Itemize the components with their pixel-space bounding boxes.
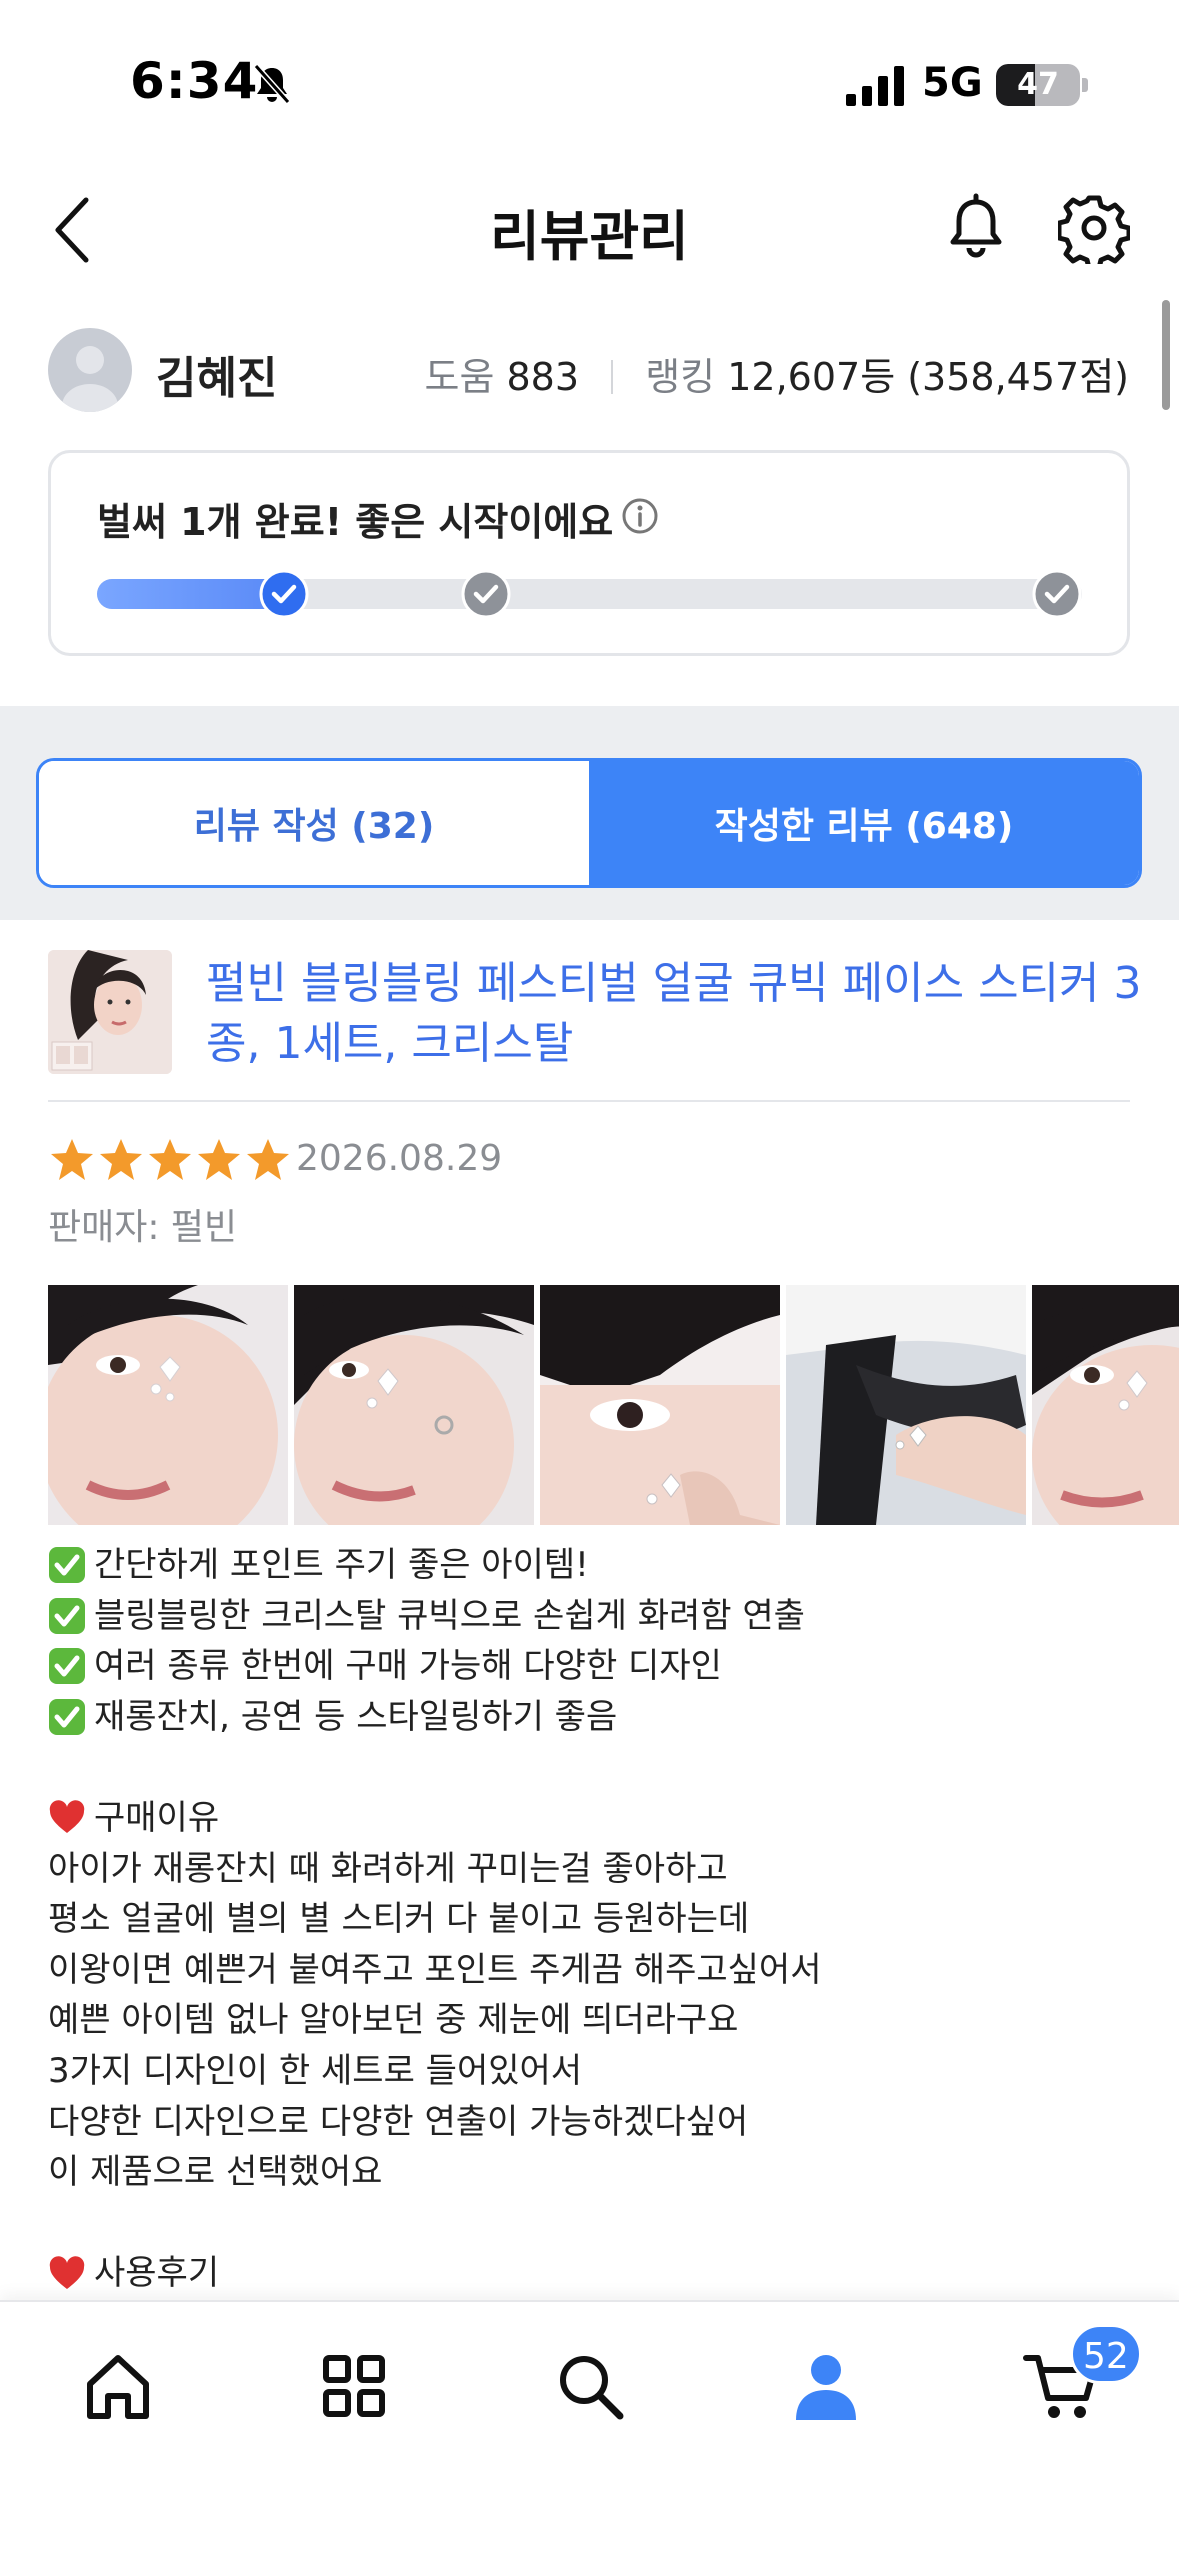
review-line: 구매이유	[48, 1793, 1138, 1844]
review-line: 평소 얼굴에 별의 별 스티커 다 붙이고 등원하는데	[48, 1894, 1138, 1945]
review-photo[interactable]	[786, 1285, 1026, 1525]
star-icon	[97, 1136, 145, 1184]
review-line-text: 예쁜 아이템 없나 알아보던 중 제눈에 띄더라구요	[48, 2000, 739, 2041]
grid-icon[interactable]	[314, 2346, 394, 2426]
profile-summary: 김혜진 도움 883 랭킹 12,607등 (358,457점)	[0, 318, 1179, 428]
cart-badge[interactable]: 52	[1070, 2324, 1142, 2384]
review-line: 아이가 재롱잔치 때 화려하게 꾸미는걸 좋아하고	[48, 1844, 1138, 1895]
star-icon	[146, 1136, 194, 1184]
review-line	[48, 2198, 1138, 2249]
stats-divider	[611, 360, 614, 394]
tab-write-review[interactable]: 리뷰 작성 (32)	[39, 761, 589, 885]
bell-icon[interactable]	[940, 192, 1012, 264]
review-photo[interactable]	[294, 1285, 534, 1525]
scrollbar[interactable]	[1162, 300, 1170, 410]
check-mark-icon	[49, 1648, 85, 1685]
ranking-value: 12,607등 (358,457점)	[727, 355, 1129, 399]
battery-icon: 47	[996, 64, 1080, 106]
review-line	[48, 1742, 1138, 1793]
battery-percent: 47	[1017, 67, 1059, 102]
progress-step-3	[1032, 569, 1082, 619]
tab-written-reviews[interactable]: 작성한 리뷰 (648)	[589, 761, 1139, 885]
seller-name: 판매자: 펄빈	[48, 1207, 238, 1248]
review-line-text: 이왕이면 예쁜거 붙여주고 포인트 주게끔 해주고싶어서	[48, 1949, 822, 1990]
search-icon[interactable]	[550, 2346, 630, 2426]
product-title[interactable]: 펄빈 블링블링 페스티벌 얼굴 큐빅 페이스 스티커 3종, 1세트, 크리스탈	[206, 954, 1146, 1074]
product-thumbnail[interactable]	[48, 950, 172, 1074]
check-mark-icon	[49, 1699, 85, 1736]
review-photo[interactable]	[1032, 1285, 1179, 1525]
review-line: 간단하게 포인트 주기 좋은 아이템!	[48, 1540, 1138, 1591]
progress-track	[97, 569, 1082, 619]
review-line-text: 여러 종류 한번에 구매 가능해 다양한 디자인	[94, 1646, 722, 1687]
review-line: 블링블링한 크리스탈 큐빅으로 손쉽게 화려함 연출	[48, 1591, 1138, 1642]
review-line: 다양한 디자인으로 다양한 연출이 가능하겠다싶어	[48, 2097, 1138, 2148]
star-icon	[195, 1136, 243, 1184]
progress-step-1	[259, 569, 309, 619]
bell-slash-icon	[253, 64, 291, 104]
review-line: 예쁜 아이템 없나 알아보던 중 제눈에 띄더라구요	[48, 1995, 1138, 2046]
user-name: 김혜진	[156, 353, 278, 404]
review-date: 2026.08.29	[296, 1138, 503, 1179]
review-line-text: 다양한 디자인으로 다양한 연출이 가능하겠다싶어	[48, 2101, 749, 2142]
battery-cap	[1082, 78, 1088, 92]
help-count: 883	[506, 355, 580, 399]
review-tabs: 리뷰 작성 (32) 작성한 리뷰 (648)	[36, 758, 1142, 888]
review-line-text: 아이가 재롱잔치 때 화려하게 꾸미는걸 좋아하고	[48, 1848, 728, 1889]
review-line-text: 재롱잔치, 공연 등 스타일링하기 좋음	[94, 1696, 618, 1737]
review-line-text: 3가지 디자인이 한 세트로 들어있어서	[48, 2050, 583, 2091]
review-line: 여러 종류 한번에 구매 가능해 다양한 디자인	[48, 1641, 1138, 1692]
review-line-text: 평소 얼굴에 별의 별 스티커 다 붙이고 등원하는데	[48, 1899, 750, 1940]
review-line: 이왕이면 예쁜거 붙여주고 포인트 주게끔 해주고싶어서	[48, 1945, 1138, 1996]
review-line: 3가지 디자인이 한 세트로 들어있어서	[48, 2046, 1138, 2097]
divider	[48, 1100, 1130, 1102]
review-line-text: 구매이유	[94, 1797, 220, 1838]
check-mark-icon	[49, 1597, 85, 1634]
heart-icon	[49, 1800, 85, 1834]
review-line-text: 블링블링한 크리스탈 큐빅으로 손쉽게 화려함 연출	[94, 1595, 805, 1636]
app-header: 리뷰관리	[0, 170, 1179, 290]
status-bar: 6:34 5G 47	[0, 0, 1179, 170]
review-line: 사용후기	[48, 2248, 1138, 2299]
star-icon	[48, 1136, 96, 1184]
heart-icon	[49, 2255, 85, 2289]
review-text: 간단하게 포인트 주기 좋은 아이템! 블링블링한 크리스탈 큐빅으로 손쉽게 화…	[48, 1540, 1138, 2299]
review-line-text: 이 제품으로 선택했어요	[48, 2152, 383, 2193]
review-photo[interactable]	[48, 1285, 288, 1525]
star-icon	[244, 1136, 292, 1184]
review-line: 이 제품으로 선택했어요	[48, 2147, 1138, 2198]
review-photo-strip[interactable]	[48, 1285, 1179, 1525]
avatar[interactable]	[48, 328, 132, 412]
help-label: 도움	[424, 355, 495, 399]
progress-fill	[97, 579, 285, 609]
bottom-nav: 52	[0, 2300, 1179, 2556]
home-icon[interactable]	[78, 2346, 158, 2426]
progress-message: 벌써 1개 완료! 좋은 시작이에요	[97, 500, 614, 544]
user-stats: 도움 883 랭킹 12,607등 (358,457점)	[424, 346, 1129, 401]
network-type: 5G	[922, 60, 983, 106]
status-time: 6:34	[130, 52, 259, 110]
review-line-text: 간단하게 포인트 주기 좋은 아이템!	[94, 1545, 589, 1585]
gear-icon[interactable]	[1058, 192, 1130, 264]
review-photo[interactable]	[540, 1285, 780, 1525]
person-icon[interactable]	[786, 2346, 866, 2426]
ranking-label: 랭킹	[645, 355, 716, 399]
check-mark-icon	[49, 1547, 85, 1584]
info-icon[interactable]	[621, 497, 659, 535]
star-rating	[48, 1136, 293, 1184]
signal-bars-icon	[846, 66, 904, 106]
review-line-text: 사용후기	[94, 2253, 220, 2294]
progress-step-2	[461, 569, 511, 619]
progress-card: 벌써 1개 완료! 좋은 시작이에요	[48, 450, 1130, 656]
review-line: 재롱잔치, 공연 등 스타일링하기 좋음	[48, 1692, 1138, 1743]
